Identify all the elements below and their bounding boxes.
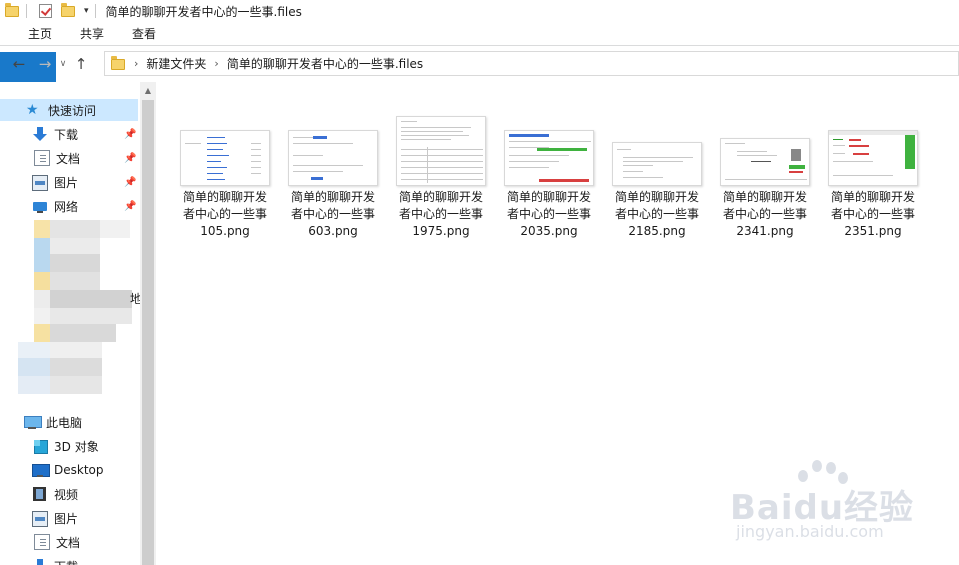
nav-label: 图片 — [54, 175, 79, 190]
file-name: 简单的聊聊开发 者中心的一些事 2035.png — [506, 190, 591, 238]
picture-icon — [32, 175, 48, 191]
divider — [94, 4, 96, 18]
breadcrumb-new-folder[interactable]: 新建文件夹 — [146, 55, 206, 72]
nav-scrollbar[interactable]: ▲ — [140, 82, 156, 565]
breadcrumb-current-folder[interactable]: 简单的聊聊开发者中心的一些事.files — [227, 55, 423, 72]
nav-label: 快速访问 — [48, 103, 97, 118]
file-item[interactable]: 简单的聊聊开发 者中心的一些事 2341.png — [713, 112, 817, 242]
watermark: Baidu经验 jingyan.baidu.com — [730, 460, 950, 550]
up-arrow-icon[interactable]: ↑ — [70, 53, 92, 75]
file-name: 简单的聊聊开发 者中心的一些事 2185.png — [614, 190, 699, 238]
file-name: 简单的聊聊开发 者中心的一些事 2351.png — [830, 190, 915, 238]
nav-item-network[interactable]: 网络 📌 — [0, 195, 138, 217]
film-icon — [32, 486, 48, 502]
nav-label: 文档 — [56, 535, 81, 550]
nav-item-documents-pc[interactable]: 文档 — [0, 531, 138, 553]
nav-label: 图片 — [54, 511, 79, 526]
file-item[interactable]: 简单的聊聊开发 者中心的一些事 2351.png — [821, 112, 925, 242]
ribbon-tabs: 文件 主页 共享 查看 — [0, 22, 959, 182]
tab-share[interactable]: 共享 — [66, 22, 118, 45]
file-item[interactable]: 简单的聊聊开发 者中心的一些事 603.png — [281, 112, 385, 242]
nav-label: 3D 对象 — [54, 439, 99, 454]
nav-item-downloads-pc[interactable]: 下载 — [0, 555, 138, 565]
image-thumbnail — [180, 130, 270, 186]
nav-this-pc[interactable]: 此电脑 — [0, 411, 138, 433]
file-item[interactable]: 简单的聊聊开发 者中心的一些事 105.png — [173, 112, 277, 242]
recent-locations-chevron-icon[interactable]: ∨ — [56, 59, 70, 69]
image-thumbnail — [288, 130, 378, 186]
scroll-thumb[interactable] — [142, 100, 154, 565]
image-thumbnail — [396, 116, 486, 186]
nav-label: 网络 — [54, 199, 79, 214]
nav-label: 视频 — [54, 487, 79, 502]
file-item[interactable]: 简单的聊聊开发 者中心的一些事 2035.png — [497, 112, 601, 242]
image-thumbnail — [504, 130, 594, 186]
download-arrow-icon — [32, 126, 48, 142]
nav-label: 下载 — [54, 127, 79, 142]
forward-arrow-icon[interactable]: → — [34, 53, 56, 75]
nav-quick-access[interactable]: ★ 快速访问 — [0, 99, 138, 121]
download-arrow-icon — [32, 558, 48, 565]
nav-item-desktop[interactable]: Desktop — [0, 459, 138, 481]
nav-label: 下载 — [54, 558, 78, 565]
desktop-icon — [32, 462, 50, 478]
file-name: 简单的聊聊开发 者中心的一些事 603.png — [290, 190, 375, 238]
pin-icon: 📌 — [124, 152, 137, 164]
computer-icon — [24, 414, 42, 430]
image-thumbnail — [612, 142, 702, 186]
file-item[interactable]: 简单的聊聊开发 者中心的一些事 1975.png — [389, 112, 493, 242]
folder-icon — [110, 55, 126, 72]
nav-item-pictures[interactable]: 图片 📌 — [0, 171, 138, 193]
image-thumbnail — [720, 138, 810, 186]
window-title: 简单的聊聊开发者中心的一些事.files — [105, 4, 302, 19]
properties-checkmark-icon[interactable] — [39, 4, 52, 18]
3d-cube-icon — [32, 438, 48, 454]
watermark-url: jingyan.baidu.com — [736, 522, 884, 541]
customize-toolbar-chevron-icon[interactable]: ▾ — [84, 6, 89, 16]
navigation-pane: ★ 快速访问 下载 📌 文档 📌 图片 📌 网络 📌 地 此电脑 3D 对象 D… — [0, 82, 156, 565]
document-icon — [34, 534, 50, 550]
title-bar: ▾ 简单的聊聊开发者中心的一些事.files — [0, 0, 959, 22]
file-name: 简单的聊聊开发 者中心的一些事 105.png — [182, 190, 267, 238]
image-thumbnail — [828, 130, 918, 186]
network-icon — [32, 198, 48, 214]
scroll-up-icon[interactable]: ▲ — [140, 84, 156, 98]
file-name: 简单的聊聊开发 者中心的一些事 1975.png — [398, 190, 483, 238]
pin-icon: 📌 — [124, 176, 137, 188]
nav-label: 此电脑 — [46, 415, 83, 430]
document-icon — [34, 150, 50, 166]
nav-label: 文档 — [56, 151, 81, 166]
address-bar[interactable]: › 新建文件夹 › 简单的聊聊开发者中心的一些事.files — [104, 51, 959, 76]
pin-icon: 📌 — [124, 200, 137, 212]
obscured-region: 地 — [18, 220, 142, 405]
picture-icon — [32, 511, 48, 527]
file-name: 简单的聊聊开发 者中心的一些事 2341.png — [722, 190, 807, 238]
new-folder-icon[interactable] — [60, 3, 76, 19]
nav-item-documents[interactable]: 文档 📌 — [0, 147, 138, 169]
breadcrumb-separator-icon[interactable]: › — [134, 57, 138, 70]
folder-icon — [4, 3, 20, 19]
navigation-bar: ← → ∨ ↑ › 新建文件夹 › 简单的聊聊开发者中心的一些事.files — [0, 47, 959, 81]
divider — [26, 4, 27, 18]
nav-label: Desktop — [54, 463, 104, 477]
nav-item-3d-objects[interactable]: 3D 对象 — [0, 435, 138, 457]
file-item[interactable]: 简单的聊聊开发 者中心的一些事 2185.png — [605, 112, 709, 242]
back-arrow-icon[interactable]: ← — [8, 53, 30, 75]
nav-item-pictures-pc[interactable]: 图片 — [0, 507, 138, 529]
pin-icon: 📌 — [124, 128, 137, 140]
nav-item-downloads[interactable]: 下载 📌 — [0, 123, 138, 145]
star-icon: ★ — [26, 102, 39, 118]
nav-item-videos[interactable]: 视频 — [0, 483, 138, 505]
breadcrumb-separator-icon[interactable]: › — [214, 57, 218, 70]
tab-view[interactable]: 查看 — [118, 22, 170, 45]
tab-home[interactable]: 主页 — [14, 22, 66, 45]
